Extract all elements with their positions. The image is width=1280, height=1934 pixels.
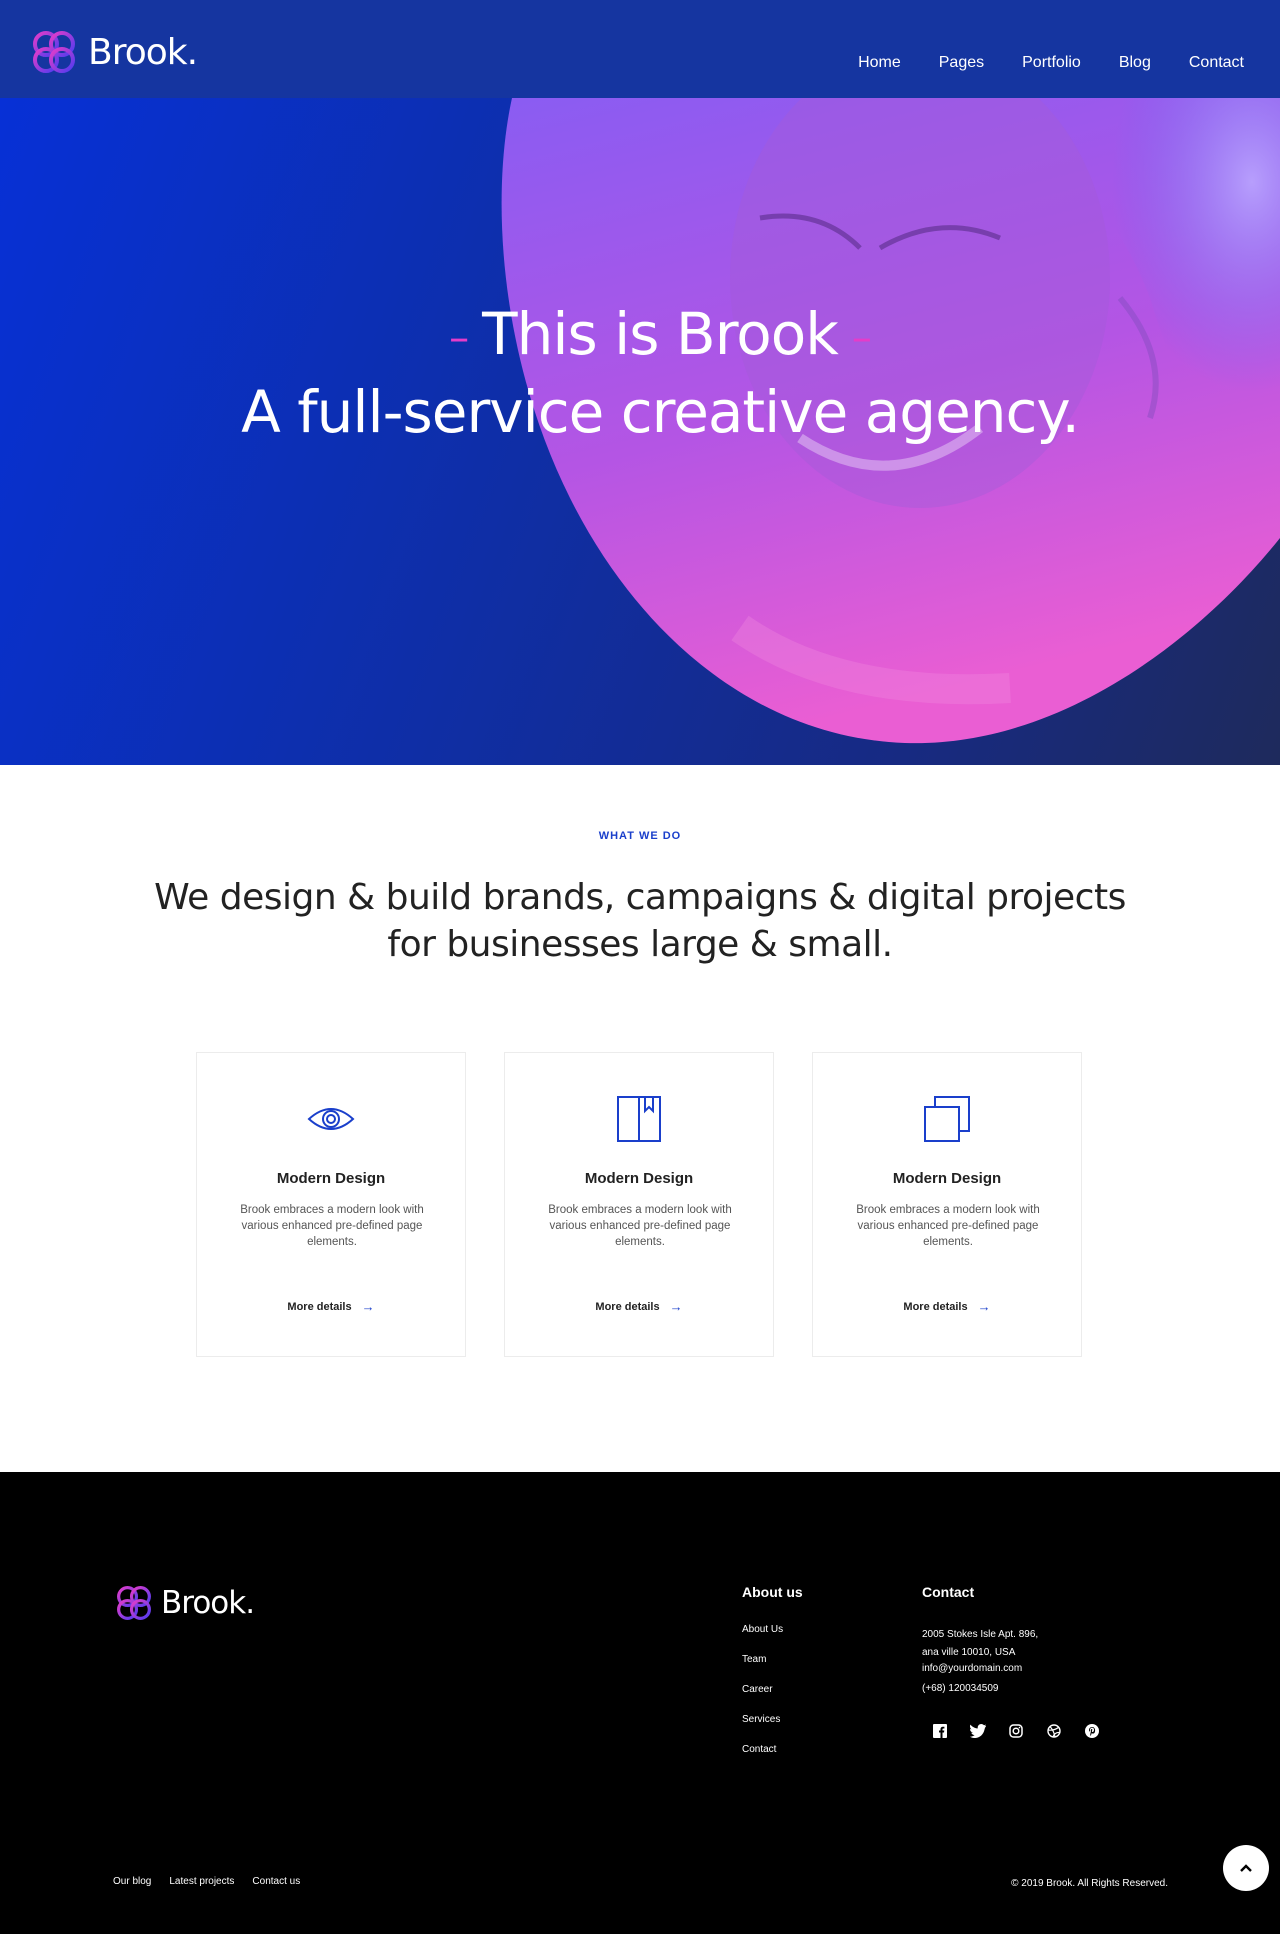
section-eyebrow: WHAT WE DO [598, 830, 682, 842]
footer-email[interactable]: info@yourdomain.com [922, 1660, 1100, 1678]
brook-logo-icon [117, 1586, 151, 1620]
scroll-to-top-button[interactable] [1223, 1845, 1269, 1891]
footer-address-line1: 2005 Stokes Isle Apt. 896, [922, 1629, 1039, 1640]
card-title: Modern Design [892, 1170, 1002, 1187]
instagram-icon[interactable] [1008, 1723, 1024, 1739]
section-headline: We design & build brands, campaigns & di… [0, 874, 1280, 968]
section-headline-line2: for businesses large & small. [387, 924, 893, 965]
book-icon [617, 1096, 661, 1142]
more-details-label: More details [903, 1300, 968, 1313]
service-card: Modern Design Brook embraces a modern lo… [196, 1052, 466, 1357]
footer-address-line2: ana ville 10010, USA [922, 1647, 1016, 1658]
card-description: Brook embraces a modern look with variou… [856, 1204, 1040, 1248]
more-details-link[interactable]: More details → [505, 1299, 773, 1314]
service-card: Modern Design Brook embraces a modern lo… [812, 1052, 1082, 1357]
pinterest-icon[interactable] [1084, 1723, 1100, 1739]
site-footer: Brook. About us About Us Team Career Ser… [0, 1472, 1280, 1934]
footer-logo-text: Brook. [161, 1585, 255, 1621]
hero-section: – This is Brook – A full-service creative … [0, 98, 1280, 765]
chevron-up-icon [1240, 1864, 1252, 1872]
section-headline-line1: We design & build brands, campaigns & di… [154, 877, 1126, 918]
facebook-icon[interactable] [932, 1723, 948, 1739]
card-description: Brook embraces a modern look with variou… [548, 1204, 732, 1248]
footer-link-team[interactable]: Team [742, 1654, 803, 1665]
arrow-right-icon: → [361, 1299, 375, 1314]
footer-link-contact[interactable]: Contact [742, 1744, 803, 1755]
site-header: Brook. Home Pages Portfolio Blog Contact [0, 0, 1280, 98]
nav-home[interactable]: Home [858, 54, 901, 72]
nav-contact[interactable]: Contact [1189, 54, 1244, 72]
footer-link-contact-us[interactable]: Contact us [252, 1876, 300, 1887]
social-links [932, 1723, 1100, 1739]
logo[interactable]: Brook. [28, 26, 198, 78]
footer-link-our-blog[interactable]: Our blog [113, 1876, 151, 1887]
nav-portfolio[interactable]: Portfolio [1022, 54, 1081, 72]
hero-dash-right: – [851, 314, 872, 361]
footer-bottom-links: Our blog Latest projects Contact us [113, 1876, 300, 1887]
arrow-right-icon: → [977, 1299, 991, 1314]
footer-link-about-us[interactable]: About Us [742, 1624, 803, 1635]
more-details-link[interactable]: More details → [197, 1299, 465, 1314]
dribbble-icon[interactable] [1046, 1723, 1062, 1739]
hero-heading: – This is Brook – A full-service creative … [0, 298, 1280, 450]
card-title: Modern Design [584, 1170, 694, 1187]
hero-subtitle: A full-service creative agency. [241, 377, 1080, 446]
nav-pages[interactable]: Pages [939, 54, 984, 72]
card-description: Brook embraces a modern look with variou… [240, 1204, 424, 1248]
footer-link-latest-projects[interactable]: Latest projects [169, 1876, 234, 1887]
card-title: Modern Design [276, 1170, 386, 1187]
footer-about-column: About us About Us Team Career Services C… [742, 1584, 803, 1774]
services-cards: Modern Design Brook embraces a modern lo… [196, 1052, 1082, 1357]
twitter-icon[interactable] [970, 1723, 986, 1739]
footer-contact-column: Contact 2005 Stokes Isle Apt. 896, ana v… [922, 1584, 1100, 1739]
hero-title: This is Brook [482, 300, 839, 368]
service-card: Modern Design Brook embraces a modern lo… [504, 1052, 774, 1357]
hero-dash-left: – [449, 314, 469, 361]
footer-contact-title: Contact [922, 1584, 975, 1600]
eye-icon [307, 1108, 355, 1130]
more-details-label: More details [287, 1300, 352, 1313]
more-details-label: More details [595, 1300, 660, 1313]
arrow-right-icon: → [669, 1299, 683, 1314]
logo-text: Brook. [88, 31, 198, 73]
footer-phone: (+68) 120034509 [922, 1683, 999, 1694]
brook-logo-icon [33, 31, 75, 73]
footer-about-title: About us [742, 1584, 803, 1600]
nav-blog[interactable]: Blog [1119, 54, 1151, 72]
copyright: © 2019 Brook. All Rights Reserved. [1011, 1878, 1168, 1889]
main-nav: Home Pages Portfolio Blog Contact [858, 54, 1244, 72]
footer-link-services[interactable]: Services [742, 1714, 803, 1725]
more-details-link[interactable]: More details → [813, 1299, 1081, 1314]
footer-link-career[interactable]: Career [742, 1684, 803, 1695]
copy-icon [924, 1096, 970, 1142]
footer-logo[interactable]: Brook. [113, 1582, 255, 1624]
